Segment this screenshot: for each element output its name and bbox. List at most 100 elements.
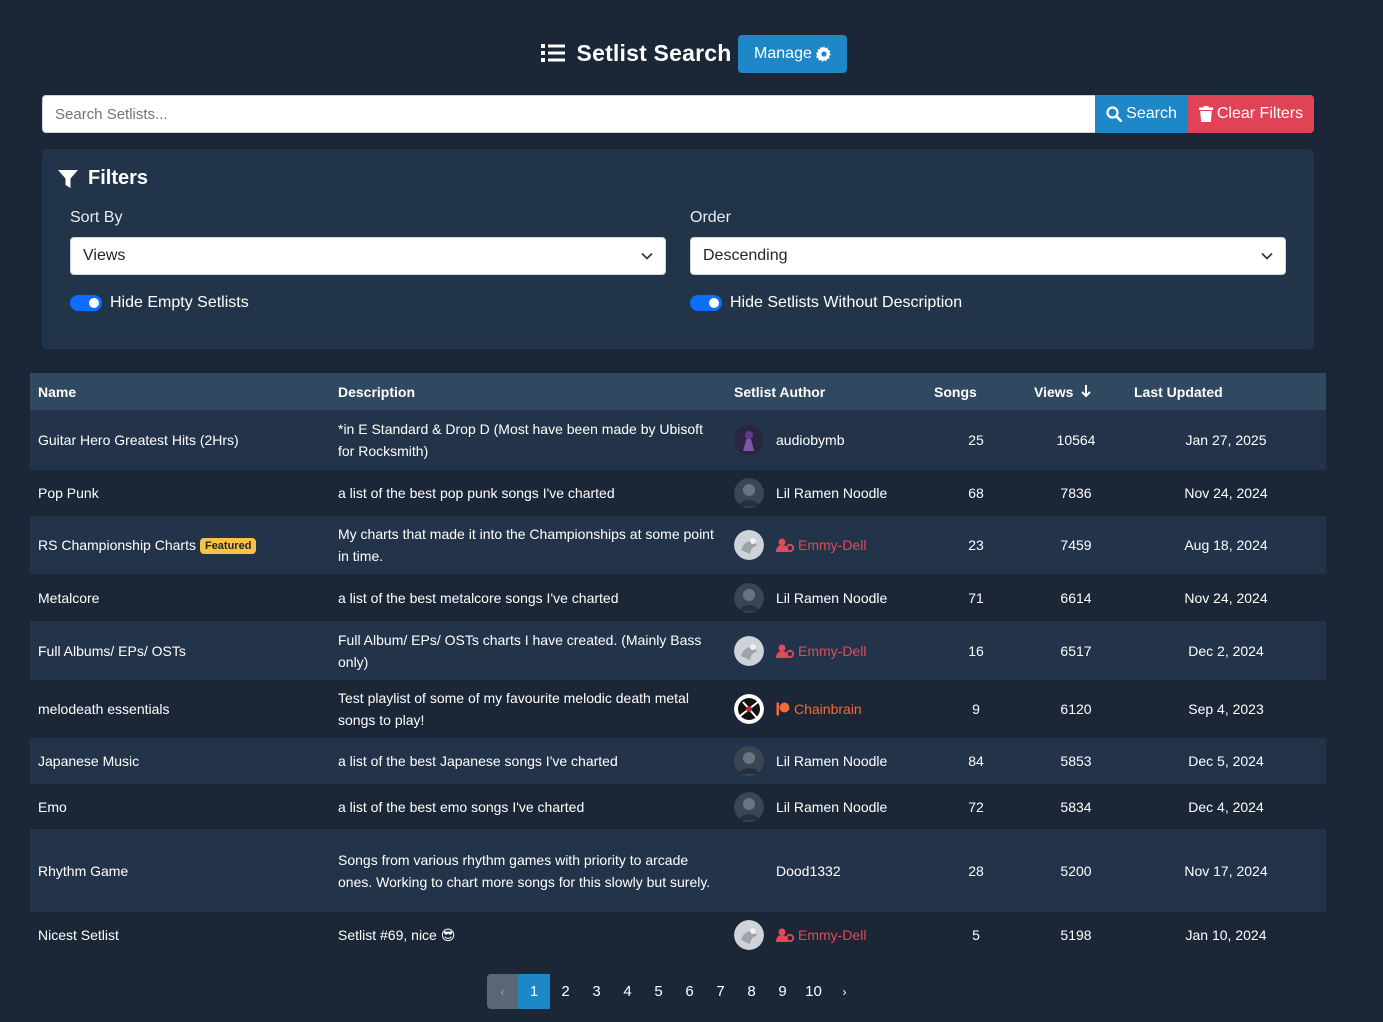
author-name[interactable]: audiobymb: [776, 429, 845, 451]
avatar: [734, 635, 764, 666]
filter-icon: [58, 169, 78, 188]
setlist-name[interactable]: Emo: [30, 784, 330, 829]
author-name[interactable]: Emmy-Dell: [776, 534, 866, 556]
author-name[interactable]: Lil Ramen Noodle: [776, 796, 887, 818]
page-4[interactable]: 4: [612, 974, 643, 1009]
setlist-name[interactable]: Pop Punk: [30, 470, 330, 516]
search-bar: Search Clear Filters: [42, 95, 1314, 133]
page-2[interactable]: 2: [550, 974, 581, 1009]
author-name-text: Emmy-Dell: [798, 642, 867, 659]
author-name[interactable]: Emmy-Dell: [776, 924, 866, 946]
setlist-author[interactable]: Lil Ramen Noodle: [726, 574, 926, 621]
table-row[interactable]: Nicest Setlist Setlist #69, nice 😎 Emmy-…: [30, 912, 1326, 957]
setlist-description: Full Album/ EPs/ OSTs charts I have crea…: [330, 621, 726, 680]
setlist-author[interactable]: Emmy-Dell: [726, 912, 926, 957]
header-author[interactable]: Setlist Author: [726, 373, 926, 410]
setlist-name[interactable]: Rhythm Game: [30, 829, 330, 912]
setlist-name[interactable]: Nicest Setlist: [30, 912, 330, 957]
avatar: [734, 746, 764, 776]
views-count: 6614: [1026, 574, 1126, 621]
setlist-description: a list of the best emo songs I've charte…: [330, 784, 726, 829]
clear-filters-label: Clear Filters: [1216, 105, 1304, 122]
header-name[interactable]: Name: [30, 373, 330, 410]
patreon-icon: [776, 702, 790, 716]
setlist-name[interactable]: RS Championship Charts: [38, 537, 196, 553]
setlist-author[interactable]: Lil Ramen Noodle: [726, 738, 926, 784]
setlist-name[interactable]: Full Albums/ EPs/ OSTs: [30, 621, 330, 680]
table-row[interactable]: Pop Punk a list of the best pop punk son…: [30, 470, 1326, 516]
author-name[interactable]: Lil Ramen Noodle: [776, 587, 887, 609]
order-select[interactable]: Descending: [690, 237, 1286, 275]
setlist-name[interactable]: Japanese Music: [30, 738, 330, 784]
prev-page-button[interactable]: ‹: [487, 974, 518, 1009]
setlist-author[interactable]: Lil Ramen Noodle: [726, 784, 926, 829]
author-cell: Lil Ramen Noodle: [734, 582, 918, 613]
songs-count: 71: [926, 574, 1026, 621]
setlist-author[interactable]: Chainbrain: [726, 680, 926, 738]
header-songs[interactable]: Songs: [926, 373, 1026, 410]
author-name-text: Emmy-Dell: [798, 537, 867, 553]
setlist-author[interactable]: Dood1332: [726, 829, 926, 912]
table-row[interactable]: RS Championship Charts Featured My charts…: [30, 516, 1326, 574]
setlist-description: a list of the best metalcore songs I've …: [330, 574, 726, 621]
author-name[interactable]: Lil Ramen Noodle: [776, 482, 887, 504]
clear-filters-button[interactable]: Clear Filters: [1188, 95, 1314, 133]
author-name[interactable]: Emmy-Dell: [776, 640, 866, 662]
author-name[interactable]: Lil Ramen Noodle: [776, 750, 887, 772]
page-5[interactable]: 5: [643, 974, 674, 1009]
last-updated: Aug 18, 2024: [1126, 516, 1326, 574]
search-button[interactable]: Search: [1095, 95, 1188, 133]
header-last-updated[interactable]: Last Updated: [1126, 373, 1326, 410]
hide-no-description-toggle[interactable]: [690, 295, 722, 311]
page-10[interactable]: 10: [798, 974, 829, 1009]
hide-empty-toggle[interactable]: [70, 295, 102, 311]
setlist-author[interactable]: Lil Ramen Noodle: [726, 470, 926, 516]
songs-count: 9: [926, 680, 1026, 738]
last-updated: Nov 24, 2024: [1126, 470, 1326, 516]
author-name[interactable]: Dood1332: [776, 860, 841, 882]
setlist-description: My charts that made it into the Champion…: [330, 516, 726, 574]
avatar: [734, 582, 764, 613]
author-cell: Emmy-Dell: [734, 635, 918, 666]
author-cell: audiobymb: [734, 425, 918, 455]
last-updated: Nov 24, 2024: [1126, 574, 1326, 621]
sort-by-select[interactable]: Views: [70, 237, 666, 275]
table-row[interactable]: Metalcore a list of the best metalcore s…: [30, 574, 1326, 621]
setlist-name[interactable]: melodeath essentials: [30, 680, 330, 738]
page-3[interactable]: 3: [581, 974, 612, 1009]
author-cell: Emmy-Dell: [734, 919, 918, 950]
featured-badge: Featured: [199, 538, 257, 554]
table-row[interactable]: melodeath essentials Test playlist of so…: [30, 680, 1326, 738]
page-7[interactable]: 7: [705, 974, 736, 1009]
table-row[interactable]: Japanese Music a list of the best Japane…: [30, 738, 1326, 784]
title-wrap: Setlist Search: [540, 40, 732, 67]
search-input[interactable]: [42, 95, 1095, 133]
setlist-author[interactable]: audiobymb: [726, 410, 926, 470]
setlist-author[interactable]: Emmy-Dell: [726, 516, 926, 574]
table-row[interactable]: Full Albums/ EPs/ OSTs Full Album/ EPs/ …: [30, 621, 1326, 680]
gear-icon: [815, 46, 831, 62]
next-page-button[interactable]: ›: [829, 974, 860, 1009]
setlist-author[interactable]: Emmy-Dell: [726, 621, 926, 680]
header-description[interactable]: Description: [330, 373, 726, 410]
page-6[interactable]: 6: [674, 974, 705, 1009]
setlist-name[interactable]: Metalcore: [30, 574, 330, 621]
page-1[interactable]: 1: [518, 974, 550, 1009]
page-9[interactable]: 9: [767, 974, 798, 1009]
page-8[interactable]: 8: [736, 974, 767, 1009]
views-count: 5200: [1026, 829, 1126, 912]
filters-title: Filters: [88, 167, 149, 189]
manage-button[interactable]: Manage: [738, 35, 848, 73]
table-row[interactable]: Guitar Hero Greatest Hits (2Hrs) *in E S…: [30, 410, 1326, 470]
last-updated: Dec 2, 2024: [1126, 621, 1326, 680]
table-row[interactable]: Rhythm Game Songs from various rhythm ga…: [30, 829, 1326, 912]
hide-no-description-label: Hide Setlists Without Description: [730, 294, 963, 311]
user-gear-icon: [776, 538, 794, 552]
header-views[interactable]: Views: [1026, 373, 1126, 410]
arrow-down-icon: [1081, 384, 1092, 397]
setlist-name-cell[interactable]: RS Championship Charts Featured: [30, 516, 330, 574]
author-name[interactable]: Chainbrain: [776, 698, 862, 720]
setlist-name[interactable]: Guitar Hero Greatest Hits (2Hrs): [30, 410, 330, 470]
sort-by-label: Sort By: [70, 209, 123, 226]
table-row[interactable]: Emo a list of the best emo songs I've ch…: [30, 784, 1326, 829]
